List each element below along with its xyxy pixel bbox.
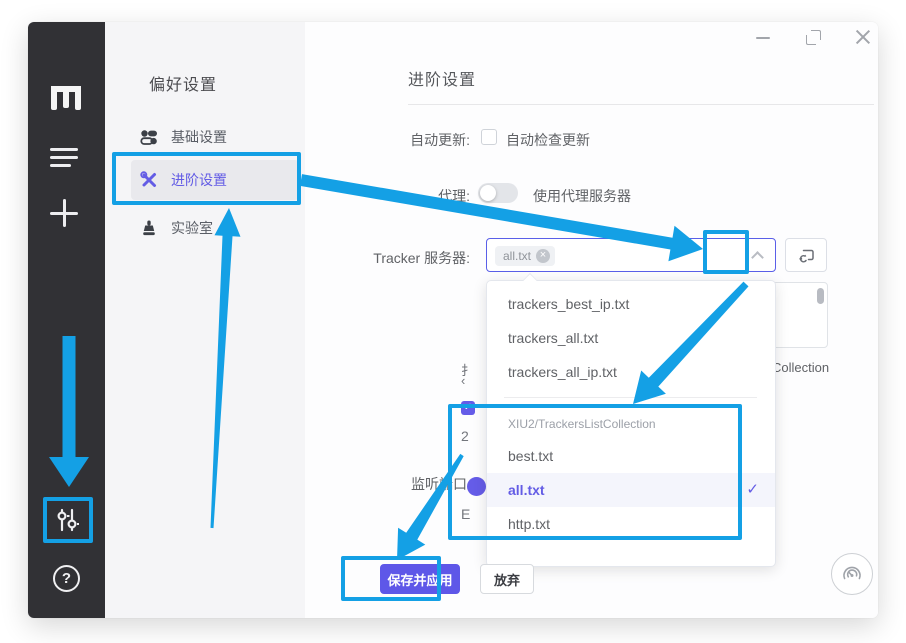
chevron-up-icon[interactable] [751, 251, 764, 264]
proxy-label: 代理: [310, 186, 470, 206]
save-apply-button[interactable]: 保存并应用 [380, 564, 460, 594]
dropdown-option-selected[interactable]: all.txt ✓ [487, 473, 775, 507]
app-window: ? 偏好设置 基础设置 进阶设置 [28, 22, 878, 618]
check-icon: ✓ [746, 473, 759, 507]
dropdown-option[interactable]: http.txt [487, 507, 775, 541]
proxy-option-label: 使用代理服务器 [533, 186, 631, 206]
nav-item-advanced-settings[interactable]: 进阶设置 [131, 160, 299, 200]
textarea-scrollbar[interactable] [817, 288, 824, 304]
speed-limit-button[interactable] [831, 553, 873, 595]
window-controls [708, 22, 878, 82]
help-link-fragment: Collection [772, 360, 829, 375]
close-icon[interactable] [854, 28, 872, 46]
maximize-icon[interactable] [806, 30, 821, 45]
dropdown-option[interactable]: trackers_all_ip.txt [487, 355, 775, 389]
auto-update-checkbox[interactable] [481, 129, 497, 145]
page-title: 进阶设置 [408, 66, 476, 90]
auto-update-label: 自动更新: [310, 130, 470, 150]
help-icon[interactable]: ? [53, 565, 80, 592]
tracker-dropdown-panel: trackers_best_ip.txt trackers_all.txt tr… [486, 280, 776, 567]
update-trackers-button[interactable] [785, 238, 827, 272]
tracker-label: Tracker 服务器: [310, 248, 470, 268]
task-list-icon[interactable] [50, 148, 78, 168]
preferences-icon[interactable] [54, 507, 80, 533]
advanced-settings-icon [140, 171, 158, 189]
nav-item-label: 基础设置 [171, 127, 227, 147]
refresh-trackers-icon [798, 247, 816, 265]
dropdown-option[interactable]: trackers_best_ip.txt [487, 287, 775, 321]
discard-button[interactable]: 放弃 [480, 564, 534, 594]
dropdown-option[interactable]: trackers_all.txt [487, 321, 775, 355]
dropdown-group-label: XIU2/TrackersListCollection [508, 409, 796, 439]
toggle-knob [480, 185, 496, 201]
proxy-toggle[interactable] [478, 183, 518, 203]
basic-settings-icon [140, 128, 158, 146]
port-value-fragment: 2 [461, 428, 469, 444]
preferences-title: 偏好设置 [149, 71, 217, 95]
auto-update-option-label: 自动检查更新 [506, 130, 590, 150]
nav-item-lab[interactable]: 实验室 [131, 208, 299, 248]
help-text-fragment-2: ‹ [461, 373, 469, 388]
speedometer-icon [840, 562, 864, 586]
tracker-select-input[interactable]: all.txt × [486, 238, 776, 272]
nav-item-basic-settings[interactable]: 基础设置 [131, 117, 299, 157]
bt-text-fragment: E [461, 506, 470, 522]
tag-label: all.txt [503, 249, 531, 263]
listen-port-label: 监听端口 [411, 474, 467, 494]
tag-close-icon[interactable]: × [536, 249, 550, 263]
nav-item-label: 进阶设置 [171, 170, 227, 190]
dropdown-divider [504, 397, 757, 398]
add-task-icon[interactable] [50, 199, 78, 227]
lab-icon [140, 219, 158, 237]
motrix-logo [51, 86, 81, 110]
dropdown-option[interactable]: best.txt [487, 439, 775, 473]
nav-item-label: 实验室 [171, 218, 213, 238]
selected-option-label: all.txt [508, 482, 545, 498]
screenshot-stage: ? 偏好设置 基础设置 进阶设置 [0, 0, 906, 643]
title-divider [408, 104, 874, 105]
hidden-checkbox-fragment: ✓ [461, 401, 475, 415]
main-panel: 进阶设置 自动更新: 自动检查更新 代理: 使用代理服务器 Tracker 服务… [305, 22, 878, 618]
selected-tracker-tag: all.txt × [495, 246, 555, 266]
dropdown-caret [523, 273, 537, 287]
listen-port-toggle-fragment [467, 477, 486, 496]
app-sidebar: ? [28, 22, 105, 618]
preferences-sidebar: 偏好设置 基础设置 进阶设置 [105, 22, 305, 618]
minimize-icon[interactable] [756, 37, 770, 39]
